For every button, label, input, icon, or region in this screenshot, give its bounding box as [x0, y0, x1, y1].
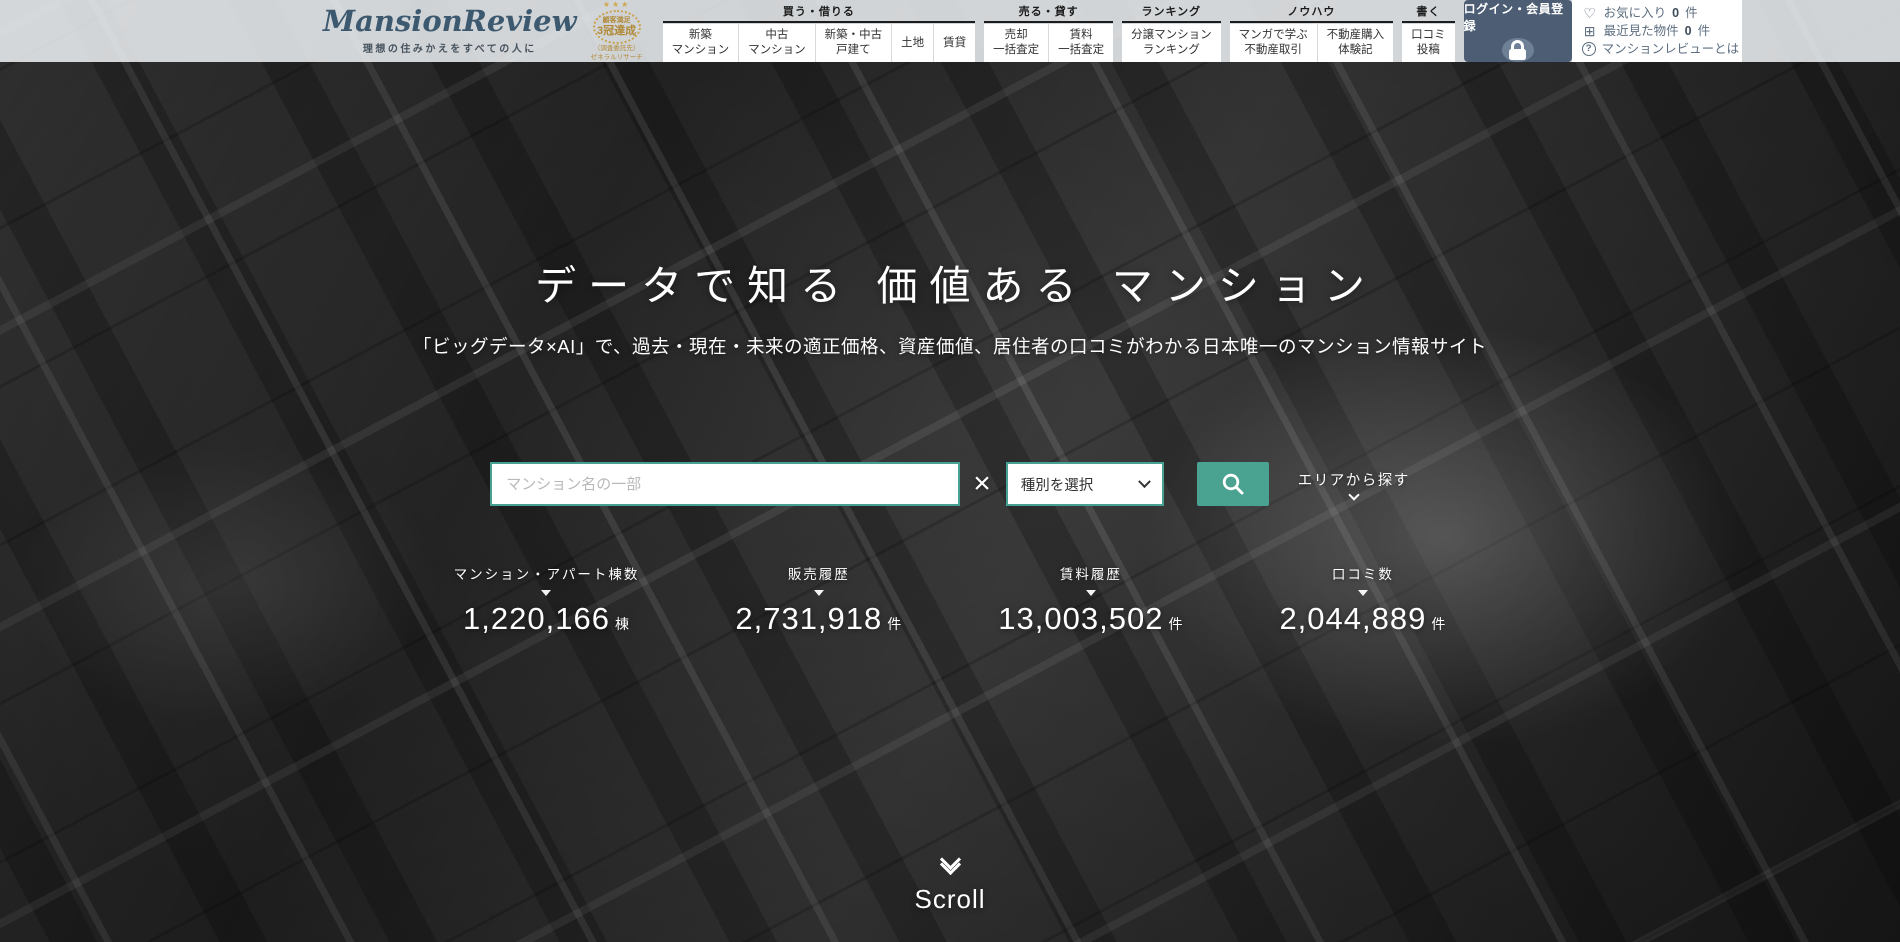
about-link[interactable]: ? マンションレビューとは [1582, 41, 1732, 57]
nav-group-ranking: ランキング 分譲マンション ランキング [1122, 3, 1221, 62]
logo-title: MansionReview [323, 7, 577, 36]
nav-group-label: ノウハウ [1230, 3, 1394, 23]
nav-item-purchase-stories[interactable]: 不動産購入 体験記 [1318, 24, 1394, 62]
recently-viewed-label: 最近見た物件 [1604, 23, 1679, 39]
nav-group-label: 売る・貸す [984, 3, 1113, 23]
recently-viewed-count: 0 [1685, 23, 1692, 39]
search-button[interactable] [1197, 462, 1269, 506]
nav-item-post-review[interactable]: 口コミ 投稿 [1402, 24, 1455, 62]
scroll-indicator[interactable]: Scroll [0, 852, 1900, 915]
search-input[interactable] [490, 462, 960, 506]
favorites-unit: 件 [1685, 5, 1698, 21]
type-select-value: 種別を選択 [1021, 474, 1094, 495]
caret-down-icon [1086, 590, 1096, 596]
nav-group-knowhow: ノウハウ マンガで学ぶ 不動産取引 不動産購入 体験記 [1230, 3, 1394, 62]
type-select[interactable]: 種別を選択 [1006, 462, 1164, 506]
stat-value: 1,220,166 [463, 601, 610, 636]
caret-down-icon [541, 590, 551, 596]
stats-row: マンション・アパート棟数 1,220,166棟 販売履歴 2,731,918件 … [0, 563, 1900, 637]
stat-label: 販売履歴 [788, 563, 850, 583]
nav-group-sell-lease: 売る・貸す 売却 一括査定 賃料 一括査定 [984, 3, 1113, 62]
stat-unit: 件 [1168, 616, 1183, 632]
logo[interactable]: MansionReview 理想の住みかえをすべての人に [323, 0, 577, 62]
nav-item-rental[interactable]: 賃貸 [934, 24, 975, 62]
stat-unit: 棟 [615, 616, 630, 632]
stat-unit: 件 [1431, 616, 1446, 632]
question-icon: ? [1582, 42, 1596, 56]
nav-group-buy-rent: 買う・借りる 新築 マンション 中古 マンション 新築・中古 戸建て 土地 賃貸 [663, 3, 976, 62]
stat-buildings: マンション・アパート棟数 1,220,166 棟 [454, 563, 640, 637]
nav-group-label: 書く [1402, 3, 1455, 23]
area-search-label: エリアから探す [1298, 469, 1410, 490]
nav-item-land[interactable]: 土地 [892, 24, 934, 62]
badge-laurel-circle: 顧客満足 3冠達成 [593, 10, 641, 44]
recently-viewed-unit: 件 [1698, 23, 1711, 39]
nav-group-label: 買う・借りる [663, 3, 976, 23]
favorites-link[interactable]: ♡ お気に入り 0 件 [1582, 5, 1732, 21]
stat-label: 賃料履歴 [1060, 563, 1122, 583]
nav-item-used-mansion[interactable]: 中古 マンション [739, 24, 816, 62]
search-bar: × 種別を選択 エリアから探す [0, 462, 1900, 506]
badge-sub2: ゼネラルリサーチ [591, 54, 643, 62]
page: MansionReview 理想の住みかえをすべての人に ★★★ 顧客満足 3冠… [0, 0, 1900, 942]
nav-item-new-mansion[interactable]: 新築 マンション [663, 24, 740, 62]
stat-sales-history: 販売履歴 2,731,918 件 [735, 563, 902, 637]
magnifier-icon [1220, 471, 1246, 497]
stat-value: 2,044,889 [1279, 601, 1426, 636]
recently-viewed-link[interactable]: ⊞ 最近見た物件 0 件 [1582, 23, 1732, 39]
stat-label: マンション・アパート棟数 [454, 563, 640, 583]
heart-icon: ♡ [1582, 5, 1598, 21]
badge-sub1: （調査委託先） [594, 45, 640, 53]
nav-item-houses[interactable]: 新築・中古 戸建て [816, 24, 893, 62]
nav-item-mansion-ranking[interactable]: 分譲マンション ランキング [1122, 24, 1221, 62]
award-badge: ★★★ 顧客満足 3冠達成 （調査委託先） ゼネラルリサーチ [585, 0, 649, 62]
caret-down-icon [814, 590, 824, 596]
stat-reviews: 口コミ数 2,044,889 件 [1279, 563, 1446, 637]
header: MansionReview 理想の住みかえをすべての人に ★★★ 顧客満足 3冠… [0, 0, 1900, 62]
nav-item-rent-appraisal[interactable]: 賃料 一括査定 [1049, 24, 1113, 62]
stat-rent-history: 賃料履歴 13,003,502 件 [998, 563, 1183, 637]
chevron-down-icon [1348, 489, 1359, 500]
main-nav: 買う・借りる 新築 マンション 中古 マンション 新築・中古 戸建て 土地 賃貸… [663, 0, 1455, 62]
chevron-down-icon [1138, 475, 1151, 488]
logo-tagline: 理想の住みかえをすべての人に [363, 40, 537, 55]
nav-group-label: ランキング [1122, 3, 1221, 23]
badge-stars-icon: ★★★ [603, 1, 631, 9]
hero-subtitle: 「ビッグデータ×AI」で、過去・現在・未来の適正価格、資産価値、居住者の口コミが… [0, 333, 1900, 359]
favorites-count: 0 [1672, 5, 1679, 21]
stat-unit: 件 [887, 616, 902, 632]
stat-label: 口コミ数 [1332, 563, 1394, 583]
hero-section: データで知る 価値ある マンション 「ビッグデータ×AI」で、過去・現在・未来の… [0, 0, 1900, 942]
recent-properties-icon: ⊞ [1582, 23, 1598, 39]
quick-links-panel: ♡ お気に入り 0 件 ⊞ 最近見た物件 0 件 ? マンションレビューとは [1572, 0, 1742, 62]
stat-value: 2,731,918 [735, 601, 882, 636]
nav-item-manga-guide[interactable]: マンガで学ぶ 不動産取引 [1230, 24, 1318, 62]
login-register-label: ログイン・会員登録 [1464, 0, 1572, 34]
hero-title: データで知る 価値ある マンション [0, 252, 1900, 312]
area-search-link[interactable]: エリアから探す [1298, 469, 1410, 499]
favorites-label: お気に入り [1604, 5, 1667, 21]
badge-line2: 3冠達成 [597, 25, 636, 37]
scroll-label: Scroll [914, 884, 985, 915]
login-register-button[interactable]: ログイン・会員登録 [1464, 0, 1572, 62]
lock-icon [1502, 38, 1534, 62]
about-label: マンションレビューとは [1602, 41, 1740, 57]
clear-icon[interactable]: × [973, 469, 991, 499]
caret-down-icon [1358, 590, 1368, 596]
stat-value: 13,003,502 [998, 601, 1163, 636]
nav-group-write: 書く 口コミ 投稿 [1402, 3, 1455, 62]
nav-item-sell-appraisal[interactable]: 売却 一括査定 [984, 24, 1049, 62]
